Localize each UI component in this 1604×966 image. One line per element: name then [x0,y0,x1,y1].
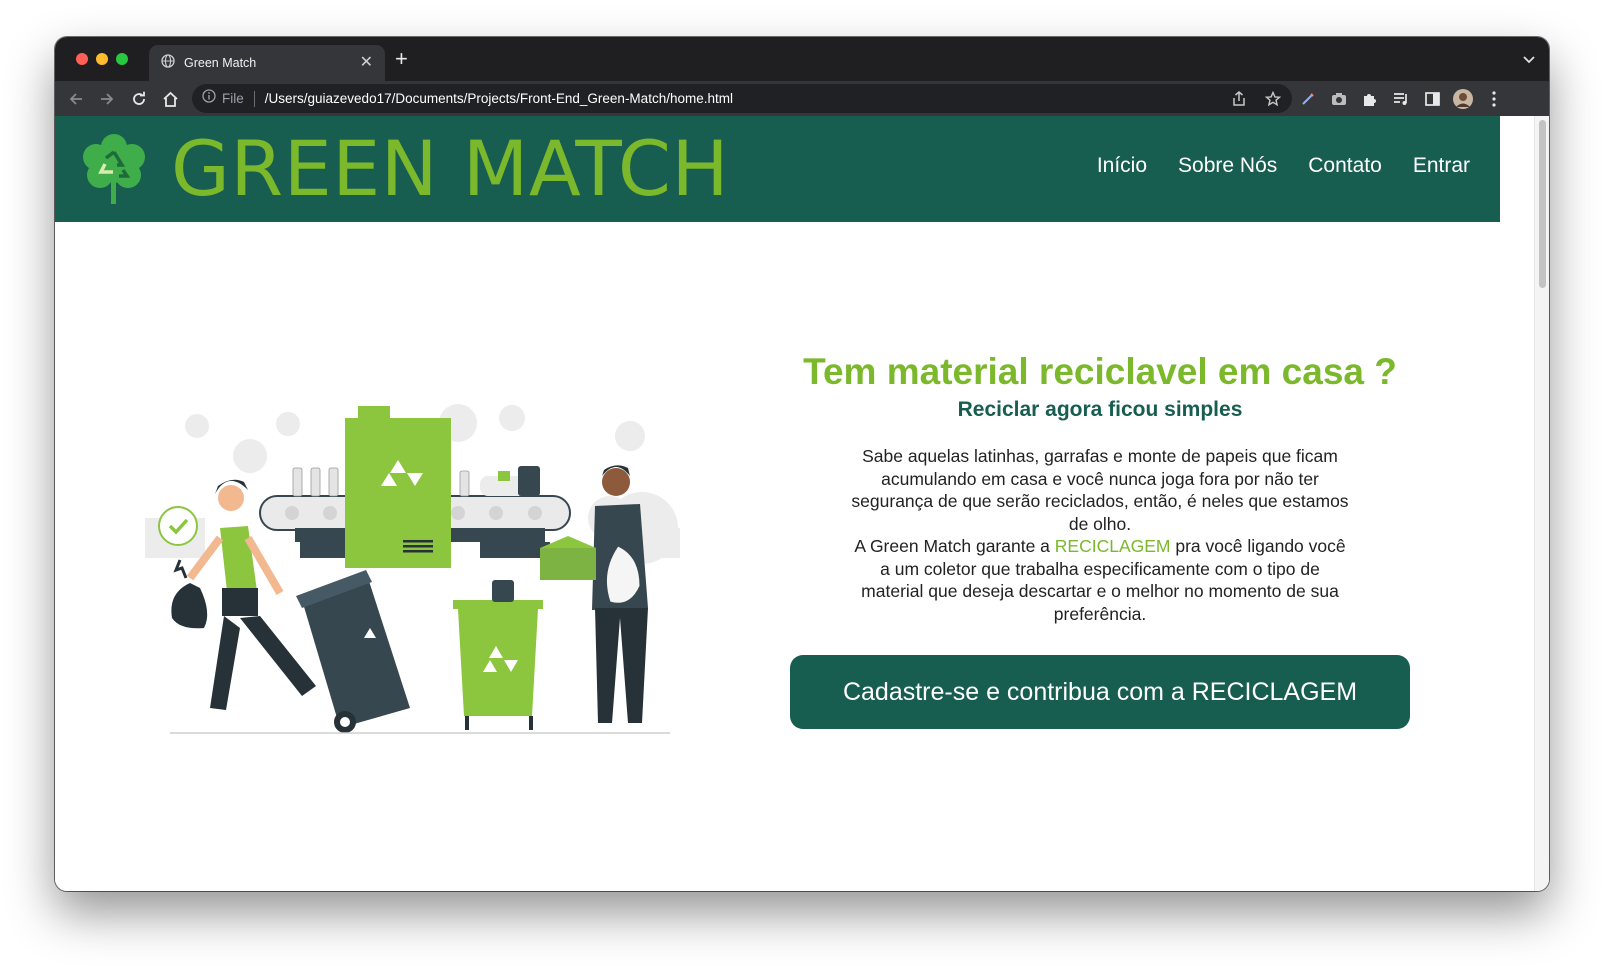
reading-list-icon[interactable] [1390,88,1412,110]
side-panel-icon[interactable] [1421,88,1443,110]
url-text[interactable]: /Users/guiazevedo17/Documents/Projects/F… [265,91,1214,106]
forward-icon[interactable] [96,88,118,110]
green-recycle-bin [453,580,543,730]
chevron-down-icon[interactable] [1523,51,1535,69]
hero-content: Tem material reciclavel em casa ? Recicl… [755,351,1445,729]
browser-tab[interactable]: Green Match ✕ [149,45,385,81]
browser-toolbar: File /Users/guiazevedo17/Documents/Proje… [55,81,1549,116]
kebab-menu-icon[interactable] [1483,88,1505,110]
globe-icon [161,53,175,73]
close-window-button[interactable] [76,53,88,65]
title-bar: Green Match ✕ + [55,37,1549,81]
file-scheme-label: File [222,91,244,106]
browser-window: Green Match ✕ + File /Users/guiazevedo17… [55,37,1549,891]
extensions-puzzle-icon[interactable] [1359,88,1381,110]
nav-link-inicio[interactable]: Início [1097,154,1147,178]
home-icon[interactable] [159,88,181,110]
nav-link-contato[interactable]: Contato [1308,154,1382,178]
page-viewport: GREEN MATCH Início Sobre Nós Contato Ent… [55,116,1549,891]
bookmark-star-icon[interactable] [1264,90,1282,108]
share-icon[interactable] [1230,90,1248,108]
main-nav: Início Sobre Nós Contato Entrar [1097,154,1470,178]
site-header: GREEN MATCH Início Sobre Nós Contato Ent… [55,116,1500,222]
brand-title[interactable]: GREEN MATCH [171,124,729,214]
recycling-illustration [145,404,680,734]
minimize-window-button[interactable] [96,53,108,65]
maximize-window-button[interactable] [116,53,128,65]
recycle-tree-logo-icon[interactable] [79,132,149,206]
hero-description: Sabe aquelas latinhas, garrafas e monte … [850,445,1350,625]
profile-avatar[interactable] [1452,88,1474,110]
camera-extension-icon[interactable] [1328,88,1350,110]
address-divider [253,90,255,107]
reciclagem-highlight: RECICLAGEM [1054,536,1171,556]
close-tab-icon[interactable]: ✕ [360,55,373,71]
scrollbar-thumb[interactable] [1539,120,1546,288]
description-paragraph-2: A Green Match garante a RECICLAGEM pra v… [850,535,1350,625]
back-icon[interactable] [65,88,87,110]
hero-headline: Tem material reciclavel em casa ? [803,351,1397,392]
address-bar[interactable]: File /Users/guiazevedo17/Documents/Proje… [192,84,1292,113]
info-icon[interactable] [202,89,216,108]
tab-title: Green Match [184,56,257,70]
description-paragraph-1: Sabe aquelas latinhas, garrafas e monte … [851,446,1349,534]
paragraph-2-text-start: A Green Match garante a [854,536,1055,556]
new-tab-button[interactable]: + [395,48,408,70]
dark-wheelie-bin [296,570,410,733]
page-scrollbar[interactable] [1534,116,1549,891]
hero-subheadline: Reciclar agora ficou simples [957,398,1243,421]
reload-icon[interactable] [128,88,150,110]
signup-cta-button[interactable]: Cadastre-se e contribua com a RECICLAGEM [790,655,1410,729]
pen-extension-icon[interactable] [1297,88,1319,110]
nav-link-sobre-nos[interactable]: Sobre Nós [1178,154,1277,178]
green-recycling-machine [345,406,451,568]
nav-link-entrar[interactable]: Entrar [1413,154,1470,178]
